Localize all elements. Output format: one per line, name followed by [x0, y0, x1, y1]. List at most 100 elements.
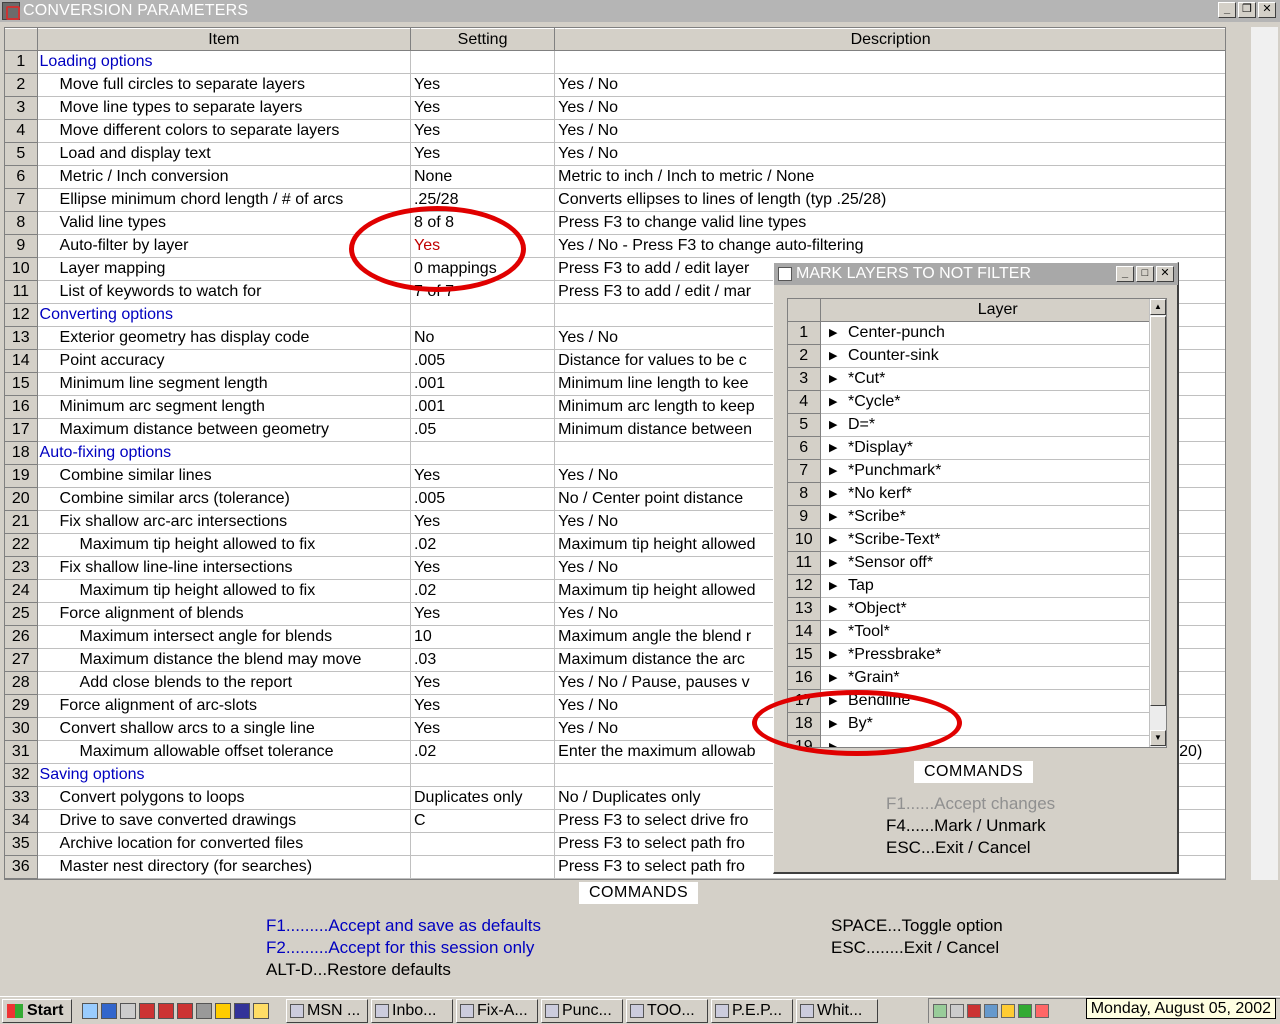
taskbar-button[interactable]: P.E.P... [711, 998, 793, 1023]
layer-row[interactable]: 6 ▶ *Display* [788, 436, 1151, 460]
dialog-command-f4[interactable]: F4......Mark / Unmark [886, 816, 1046, 836]
setting-cell[interactable]: .005 [410, 487, 556, 511]
dialog-maximize-button[interactable]: □ [1136, 266, 1154, 282]
setting-cell[interactable]: Yes [410, 694, 556, 718]
item-cell[interactable]: Drive to save converted drawings [37, 809, 411, 833]
layer-name[interactable]: *Display* [846, 436, 1151, 460]
dialog-minimize-button[interactable]: _ [1116, 266, 1134, 282]
item-cell[interactable]: Maximum intersect angle for blends [37, 625, 411, 649]
setting-cell[interactable]: Duplicates only [410, 786, 556, 810]
setting-cell[interactable]: .02 [410, 740, 556, 764]
desktop-icon[interactable] [82, 1002, 98, 1019]
setting-cell[interactable]: Yes [410, 671, 556, 695]
item-cell[interactable]: Ellipse minimum chord length / # of arcs [37, 188, 411, 212]
layer-name[interactable]: *Object* [846, 597, 1151, 621]
word-icon[interactable] [234, 1002, 250, 1019]
table-row[interactable]: 6 Metric / Inch conversion None Metric to i… [5, 165, 1225, 189]
item-cell[interactable]: Metric / Inch conversion [37, 165, 411, 189]
layer-name[interactable] [846, 735, 1151, 747]
item-cell[interactable]: Move different colors to separate layers [37, 119, 411, 143]
description-cell[interactable]: Yes / No [554, 73, 1225, 97]
item-cell[interactable]: Maximum distance between geometry [37, 418, 411, 442]
setting-cell[interactable] [410, 832, 556, 856]
table-row[interactable]: 3 Move line types to separate layers Yes Ye… [5, 96, 1225, 120]
layer-row[interactable]: 7 ▶ *Punchmark* [788, 459, 1151, 483]
column-header-setting[interactable]: Setting [410, 28, 556, 51]
column-header-description[interactable]: Description [554, 28, 1225, 51]
item-cell[interactable]: Combine similar arcs (tolerance) [37, 487, 411, 511]
setting-cell[interactable]: Yes [410, 96, 556, 120]
scroll-thumb[interactable] [1150, 316, 1166, 706]
item-cell[interactable]: Auto-filter by layer [37, 234, 411, 258]
description-cell[interactable] [554, 50, 1225, 74]
setting-cell[interactable]: Yes [410, 717, 556, 741]
setting-cell[interactable]: Yes [410, 464, 556, 488]
section-heading[interactable]: Converting options [37, 303, 411, 327]
dialog-close-button[interactable]: ✕ [1156, 266, 1174, 282]
command-f1[interactable]: F1.........Accept and save as defaults [266, 916, 541, 936]
item-cell[interactable]: Convert polygons to loops [37, 786, 411, 810]
layer-name[interactable]: Tap [846, 574, 1151, 598]
layer-name[interactable]: Counter-sink [846, 344, 1151, 368]
taskbar-button[interactable]: Fix-A... [456, 998, 538, 1023]
command-esc[interactable]: ESC........Exit / Cancel [831, 938, 999, 958]
layer-row[interactable]: 8 ▶ *No kerf* [788, 482, 1151, 506]
setting-cell[interactable]: .001 [410, 372, 556, 396]
layer-name[interactable]: *Tool* [846, 620, 1151, 644]
layer-name[interactable]: *Cut* [846, 367, 1151, 391]
layer-row[interactable]: 17 ▶ Bendline [788, 689, 1151, 713]
item-cell[interactable]: Master nest directory (for searches) [37, 855, 411, 879]
scroll-up-icon[interactable]: ▲ [1150, 299, 1166, 315]
layer-row[interactable]: 19 ▶ [788, 735, 1151, 747]
tray-icon-1[interactable] [933, 1004, 947, 1018]
setting-cell[interactable]: Yes [410, 602, 556, 626]
item-cell[interactable]: Force alignment of arc-slots [37, 694, 411, 718]
layers-column-header[interactable]: Layer [846, 299, 1151, 322]
layer-row[interactable]: 2 ▶ Counter-sink [788, 344, 1151, 368]
layer-row[interactable]: 11 ▶ *Sensor off* [788, 551, 1151, 575]
table-row[interactable]: 7 Ellipse minimum chord length / # of arc… [5, 188, 1225, 212]
item-cell[interactable]: Exterior geometry has display code [37, 326, 411, 350]
item-cell[interactable]: List of keywords to watch for [37, 280, 411, 304]
layer-name[interactable]: *Pressbrake* [846, 643, 1151, 667]
setting-cell[interactable] [410, 855, 556, 879]
setting-cell[interactable]: Yes [410, 510, 556, 534]
setting-cell[interactable]: Yes [410, 119, 556, 143]
restore-button[interactable]: ❐ [1238, 2, 1256, 18]
layer-row[interactable]: 5 ▶ D=* [788, 413, 1151, 437]
item-cell[interactable]: Archive location for converted files [37, 832, 411, 856]
scroll-down-icon[interactable]: ▼ [1150, 730, 1166, 746]
taskbar-button[interactable]: TOO... [626, 998, 708, 1023]
start-button[interactable]: Start [2, 998, 72, 1023]
item-cell[interactable]: Add close blends to the report [37, 671, 411, 695]
layer-name[interactable]: By* [846, 712, 1151, 736]
layer-name[interactable]: *Sensor off* [846, 551, 1151, 575]
item-cell[interactable]: Combine similar lines [37, 464, 411, 488]
setting-cell[interactable]: 7 of 7 [410, 280, 556, 304]
item-cell[interactable]: Maximum tip height allowed to fix [37, 579, 411, 603]
item-cell[interactable]: Fix shallow line-line intersections [37, 556, 411, 580]
layers-list[interactable]: Layer 1 ▶ Center-punch 2 ▶ Counter-sink 3 ▶ *Cut… [787, 298, 1167, 748]
setting-cell[interactable]: Yes [410, 142, 556, 166]
description-cell[interactable]: Yes / No [554, 142, 1225, 166]
item-cell[interactable]: Minimum arc segment length [37, 395, 411, 419]
speaker-icon[interactable] [950, 1004, 964, 1018]
setting-cell[interactable]: .02 [410, 579, 556, 603]
app-icon-3[interactable] [177, 1002, 193, 1019]
setting-cell[interactable]: .001 [410, 395, 556, 419]
setting-cell[interactable]: .005 [410, 349, 556, 373]
layer-name[interactable]: D=* [846, 413, 1151, 437]
description-cell[interactable]: Press F3 to change valid line types [554, 211, 1225, 235]
table-row[interactable]: 2 Move full circles to separate layers Yes… [5, 73, 1225, 97]
browser-icon[interactable] [101, 1002, 117, 1019]
command-space[interactable]: SPACE...Toggle option [831, 916, 1003, 936]
dialog-command-esc[interactable]: ESC...Exit / Cancel [886, 838, 1031, 858]
setting-cell[interactable]: No [410, 326, 556, 350]
layer-row[interactable]: 13 ▶ *Object* [788, 597, 1151, 621]
description-cell[interactable]: Yes / No [554, 96, 1225, 120]
layer-name[interactable]: *Punchmark* [846, 459, 1151, 483]
dialog-command-f1[interactable]: F1......Accept changes [886, 794, 1055, 814]
close-button[interactable]: ✕ [1258, 2, 1276, 18]
item-cell[interactable]: Maximum distance the blend may move [37, 648, 411, 672]
layer-row[interactable]: 15 ▶ *Pressbrake* [788, 643, 1151, 667]
